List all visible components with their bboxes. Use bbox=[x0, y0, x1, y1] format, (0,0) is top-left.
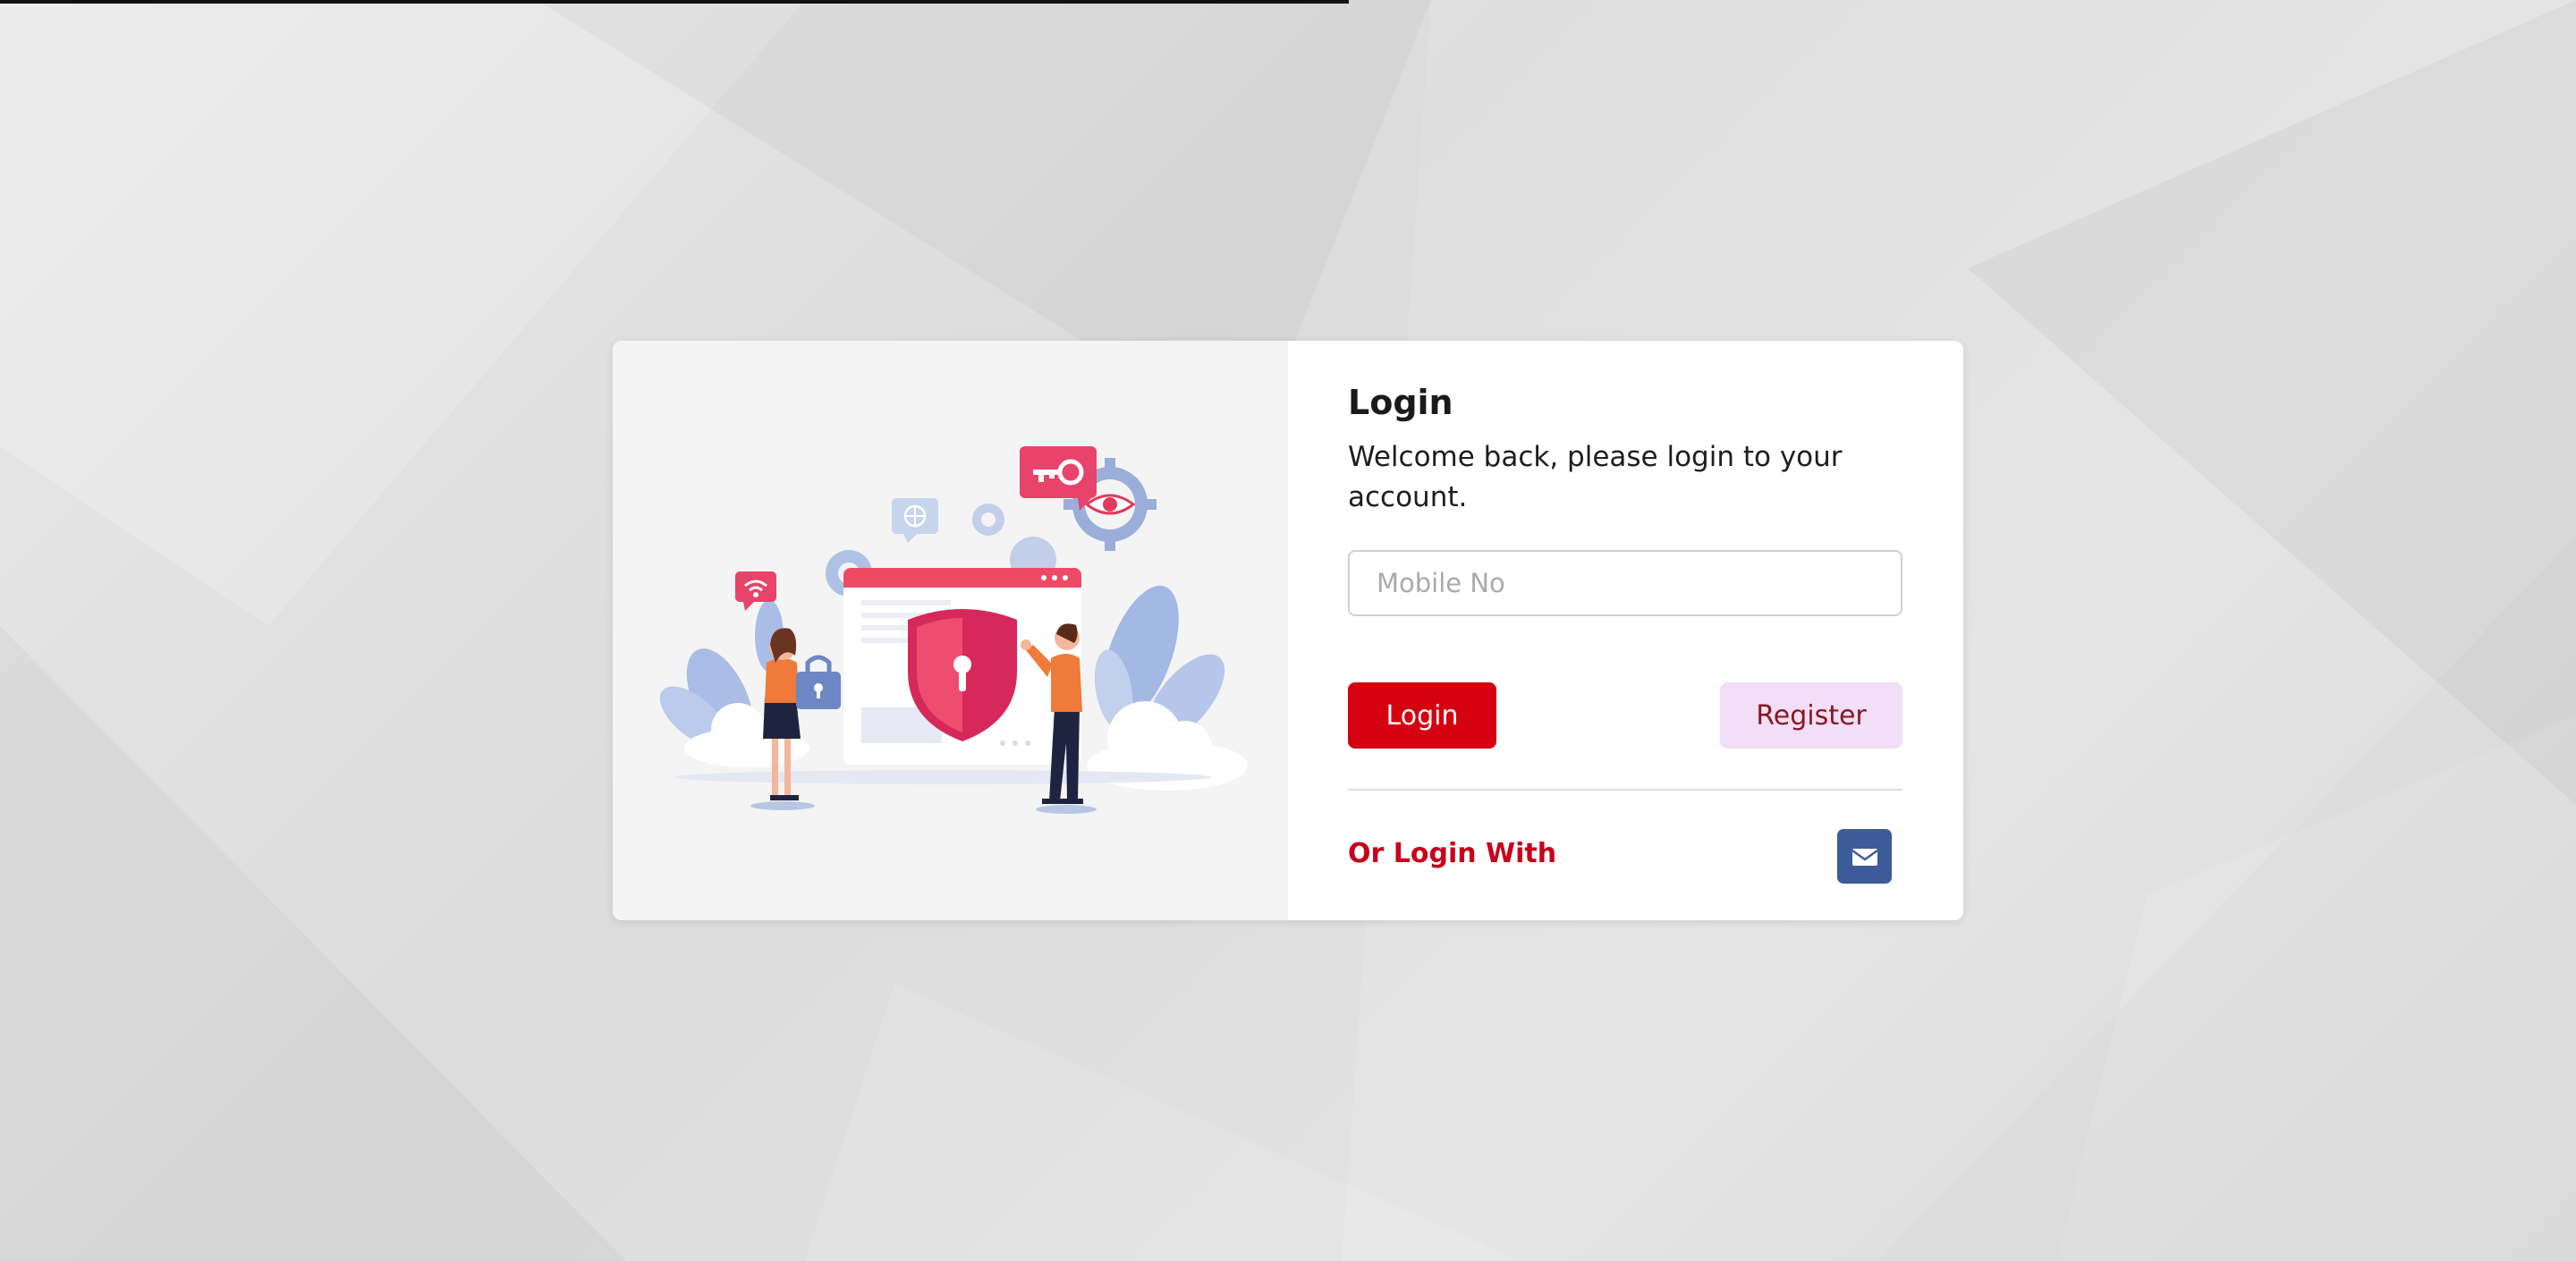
top-loading-bar bbox=[0, 0, 1349, 4]
divider bbox=[1348, 789, 1902, 791]
login-button[interactable]: Login bbox=[1348, 682, 1496, 749]
alt-login-label: Or Login With bbox=[1348, 838, 1557, 869]
illustration-panel bbox=[613, 341, 1288, 920]
register-button[interactable]: Register bbox=[1720, 682, 1902, 749]
email-login-button[interactable] bbox=[1837, 829, 1892, 884]
security-illustration bbox=[659, 446, 1248, 814]
mobile-number-input[interactable] bbox=[1350, 552, 1901, 614]
alternate-login-row: Or Login With bbox=[1348, 829, 1902, 884]
welcome-message: Welcome back, please login to your accou… bbox=[1348, 441, 1843, 513]
login-form-panel: Login Welcome back, please login to your… bbox=[1288, 341, 1963, 920]
login-title: Login bbox=[1348, 383, 1453, 422]
padlock-icon bbox=[796, 655, 841, 709]
login-card: Login Welcome back, please login to your… bbox=[613, 341, 1963, 920]
envelope-icon bbox=[1851, 848, 1878, 866]
key-icon bbox=[1020, 446, 1097, 511]
globe-icon bbox=[892, 498, 938, 543]
action-buttons: Login Register bbox=[1348, 682, 1902, 749]
mobile-input-wrapper bbox=[1348, 550, 1902, 616]
